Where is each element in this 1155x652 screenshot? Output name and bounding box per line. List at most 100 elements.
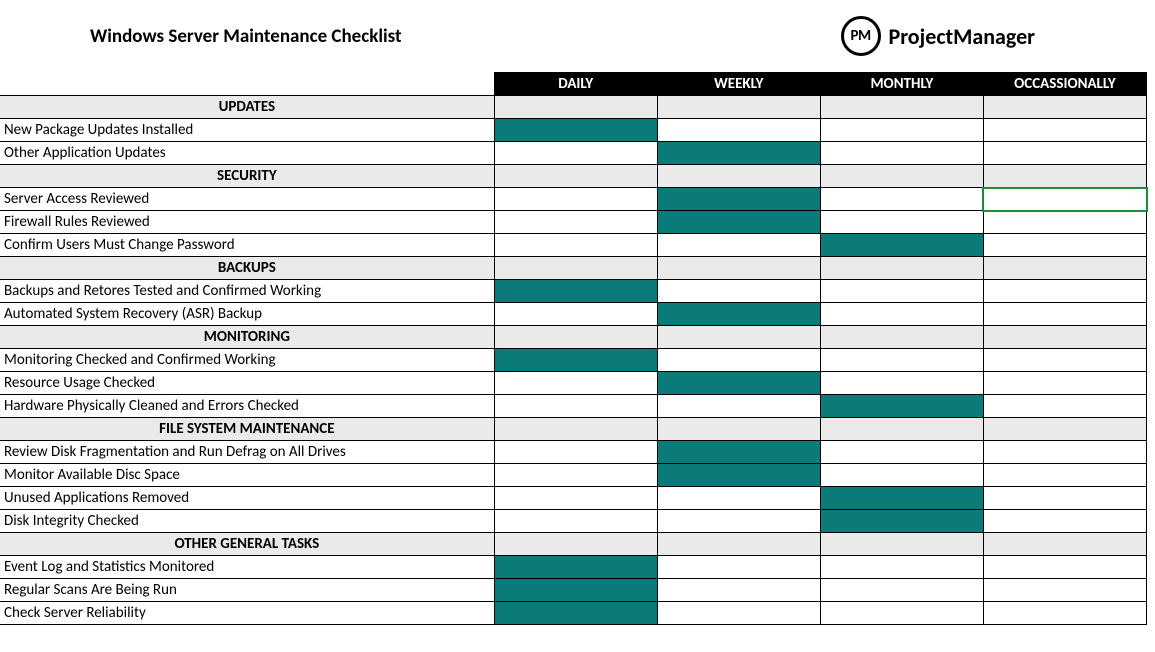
frequency-cell[interactable]	[983, 441, 1146, 464]
frequency-cell[interactable]	[494, 303, 657, 326]
frequency-cell[interactable]	[983, 464, 1146, 487]
frequency-cell[interactable]	[820, 188, 983, 211]
frequency-cell[interactable]	[494, 395, 657, 418]
frequency-cell[interactable]	[983, 372, 1146, 395]
section-label[interactable]: BACKUPS	[0, 257, 494, 280]
task-label[interactable]: Other Application Updates	[0, 142, 494, 165]
section-spacer	[494, 165, 657, 188]
frequency-cell[interactable]	[494, 211, 657, 234]
task-label[interactable]: Confirm Users Must Change Password	[0, 234, 494, 257]
frequency-cell[interactable]	[820, 602, 983, 625]
task-label[interactable]: Automated System Recovery (ASR) Backup	[0, 303, 494, 326]
checklist-table: DAILY WEEKLY MONTHLY OCCASSIONALLY UPDAT…	[0, 72, 1147, 625]
frequency-cell[interactable]	[657, 303, 820, 326]
frequency-cell[interactable]	[494, 372, 657, 395]
frequency-cell[interactable]	[494, 579, 657, 602]
task-label[interactable]: Check Server Reliability	[0, 602, 494, 625]
frequency-cell[interactable]	[820, 464, 983, 487]
frequency-cell[interactable]	[494, 188, 657, 211]
frequency-cell[interactable]	[820, 349, 983, 372]
task-label[interactable]: Monitor Available Disc Space	[0, 464, 494, 487]
frequency-cell[interactable]	[657, 372, 820, 395]
brand-name: ProjectManager	[889, 23, 1035, 50]
frequency-cell[interactable]	[494, 280, 657, 303]
header-daily[interactable]: DAILY	[494, 73, 657, 96]
frequency-cell[interactable]	[494, 142, 657, 165]
task-label[interactable]: Resource Usage Checked	[0, 372, 494, 395]
frequency-cell[interactable]	[494, 464, 657, 487]
header-occasionally[interactable]: OCCASSIONALLY	[983, 73, 1146, 96]
section-label[interactable]: OTHER GENERAL TASKS	[0, 533, 494, 556]
task-label[interactable]: New Package Updates Installed	[0, 119, 494, 142]
frequency-cell[interactable]	[494, 510, 657, 533]
frequency-cell[interactable]	[983, 349, 1146, 372]
frequency-cell[interactable]	[820, 579, 983, 602]
frequency-cell[interactable]	[494, 119, 657, 142]
frequency-cell[interactable]	[983, 579, 1146, 602]
frequency-cell[interactable]	[657, 119, 820, 142]
task-label[interactable]: Disk Integrity Checked	[0, 510, 494, 533]
frequency-cell[interactable]	[983, 280, 1146, 303]
task-label[interactable]: Hardware Physically Cleaned and Errors C…	[0, 395, 494, 418]
frequency-cell[interactable]	[657, 441, 820, 464]
frequency-cell[interactable]	[657, 556, 820, 579]
task-label[interactable]: Review Disk Fragmentation and Run Defrag…	[0, 441, 494, 464]
frequency-cell[interactable]	[820, 372, 983, 395]
section-spacer	[657, 257, 820, 280]
frequency-cell[interactable]	[983, 303, 1146, 326]
frequency-cell[interactable]	[657, 188, 820, 211]
frequency-cell[interactable]	[983, 234, 1146, 257]
frequency-cell[interactable]	[820, 510, 983, 533]
frequency-cell[interactable]	[494, 487, 657, 510]
frequency-cell[interactable]	[983, 602, 1146, 625]
frequency-cell[interactable]	[983, 510, 1146, 533]
section-label[interactable]: SECURITY	[0, 165, 494, 188]
frequency-cell[interactable]	[657, 280, 820, 303]
frequency-cell[interactable]	[657, 142, 820, 165]
frequency-cell[interactable]	[820, 119, 983, 142]
frequency-cell[interactable]	[657, 602, 820, 625]
frequency-cell[interactable]	[820, 234, 983, 257]
frequency-cell[interactable]	[657, 395, 820, 418]
frequency-cell[interactable]	[983, 487, 1146, 510]
frequency-cell[interactable]	[820, 487, 983, 510]
section-label[interactable]: UPDATES	[0, 96, 494, 119]
frequency-cell[interactable]	[494, 349, 657, 372]
task-label[interactable]: Backups and Retores Tested and Confirmed…	[0, 280, 494, 303]
frequency-cell[interactable]	[820, 395, 983, 418]
frequency-cell[interactable]	[983, 142, 1146, 165]
task-label[interactable]: Unused Applications Removed	[0, 487, 494, 510]
header-monthly[interactable]: MONTHLY	[820, 73, 983, 96]
frequency-cell[interactable]	[820, 280, 983, 303]
task-label[interactable]: Monitoring Checked and Confirmed Working	[0, 349, 494, 372]
frequency-cell[interactable]	[983, 556, 1146, 579]
frequency-cell[interactable]	[657, 211, 820, 234]
section-label[interactable]: MONITORING	[0, 326, 494, 349]
section-label[interactable]: FILE SYSTEM MAINTENANCE	[0, 418, 494, 441]
frequency-cell[interactable]	[983, 211, 1146, 234]
frequency-cell[interactable]	[494, 234, 657, 257]
task-row: Regular Scans Are Being Run	[0, 579, 1147, 602]
frequency-cell[interactable]	[983, 188, 1146, 211]
task-label[interactable]: Firewall Rules Reviewed	[0, 211, 494, 234]
frequency-cell[interactable]	[820, 211, 983, 234]
frequency-cell[interactable]	[820, 556, 983, 579]
frequency-cell[interactable]	[657, 464, 820, 487]
frequency-cell[interactable]	[657, 234, 820, 257]
task-label[interactable]: Server Access Reviewed	[0, 188, 494, 211]
frequency-cell[interactable]	[820, 142, 983, 165]
frequency-cell[interactable]	[657, 579, 820, 602]
frequency-cell[interactable]	[494, 556, 657, 579]
header-weekly[interactable]: WEEKLY	[657, 73, 820, 96]
frequency-cell[interactable]	[983, 119, 1146, 142]
frequency-cell[interactable]	[657, 487, 820, 510]
task-label[interactable]: Regular Scans Are Being Run	[0, 579, 494, 602]
frequency-cell[interactable]	[820, 303, 983, 326]
frequency-cell[interactable]	[494, 441, 657, 464]
frequency-cell[interactable]	[820, 441, 983, 464]
frequency-cell[interactable]	[657, 349, 820, 372]
frequency-cell[interactable]	[983, 395, 1146, 418]
frequency-cell[interactable]	[494, 602, 657, 625]
task-label[interactable]: Event Log and Statistics Monitored	[0, 556, 494, 579]
frequency-cell[interactable]	[657, 510, 820, 533]
